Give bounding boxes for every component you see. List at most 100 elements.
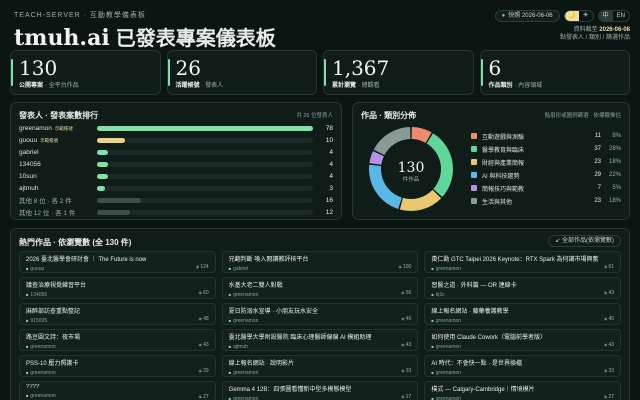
donut-center-label: 件作品 <box>403 175 420 183</box>
work-card[interactable]: 麻醉部訪查重點整記 91503548 <box>19 303 216 325</box>
lang-zh-button[interactable]: 中 <box>598 11 613 21</box>
donut-slice[interactable] <box>373 127 411 156</box>
category-name: 財經與產業簡報 <box>482 160 525 167</box>
stat-card[interactable]: 1,367 累計瀏覽 · 總觀看 <box>323 50 474 95</box>
popular-works-panel: 熱門作品 · 依瀏覽數 (全 130 件) ↙ 全部作品(依瀏覽數) 2026 … <box>10 228 630 400</box>
work-author: greenamon <box>431 396 614 400</box>
work-card[interactable]: 水基大老二雙人對戰 greenamon56 <box>221 277 419 299</box>
categories-note: 點扇形或圖例篩選 · 依標籤推估 <box>544 113 621 119</box>
work-card[interactable]: 樸式 — Calgary-Cambridge｜情境模片 greenamon27 <box>424 381 621 400</box>
category-name: AI 與科技趨勢 <box>482 173 520 180</box>
category-percent: 5% <box>612 185 621 191</box>
work-author: greenamon <box>229 318 412 324</box>
author-name-text: greenamon <box>19 124 52 132</box>
author-row[interactable]: 134056 4 <box>19 159 333 169</box>
author-name: 其他 12 位 · 各 1 件 <box>19 207 97 217</box>
category-count: 29 <box>594 172 601 178</box>
stat-label-sub: · 全平台作品 <box>45 83 79 89</box>
work-card[interactable]: 線上報名網站 · 說明影片 greenamon33 <box>221 355 419 377</box>
author-row[interactable]: 其他 8 位 · 各 2 件 16 <box>19 195 333 206</box>
author-bar-track <box>97 161 313 167</box>
author-row[interactable]: 10sun 4 <box>19 171 333 181</box>
work-title: 線上報名網站 · 藤藥養護教學 <box>431 309 509 315</box>
category-legend-item[interactable]: 醫學教育與臨床 37 28% <box>471 144 621 154</box>
theme-toggle[interactable]: 🌙 ☀ <box>563 10 594 22</box>
sun-icon[interactable]: ☀ <box>579 11 593 21</box>
work-author: greenamon <box>431 344 614 350</box>
author-bar <box>97 137 125 143</box>
category-name: 簡報技巧與範教 <box>482 186 525 193</box>
work-views: 56 <box>401 290 412 296</box>
work-title: 臺北醫學大學附設醫院 臨床心理醫師偏偏 AI 模組助理 <box>228 335 372 341</box>
author-bar <box>97 209 131 215</box>
moon-icon[interactable]: 🌙 <box>564 11 579 21</box>
author-row[interactable]: greenamon 示範帳號 78 <box>19 123 333 133</box>
work-card[interactable]: 黃仁勳 GTC Taipei 2026 Keynote：RTX Spark 為何… <box>424 251 621 273</box>
stat-label-sub: · 發表人 <box>201 83 224 89</box>
author-name-text: guouu <box>19 136 38 144</box>
work-card[interactable]: 習醫之道 · 外科篇 — OR 連線卡 kj3c43 <box>424 277 621 299</box>
work-views: 45 <box>604 316 614 322</box>
category-legend-item[interactable]: 財經與產業簡報 23 18% <box>471 157 621 167</box>
category-donut[interactable]: 130件作品 <box>361 121 461 217</box>
author-row[interactable]: gabriel 4 <box>19 147 333 157</box>
work-card[interactable]: ???? greenamon27 <box>19 381 216 400</box>
author-row[interactable]: guouu 示範帳號 10 <box>19 135 333 145</box>
work-title: 路豆圓文詩：夜市場 <box>26 335 81 341</box>
language-toggle[interactable]: 中 EN <box>597 10 630 22</box>
category-legend-item[interactable]: AI 與科技趨勢 29 22% <box>471 170 621 180</box>
legend-swatch <box>471 185 477 191</box>
work-card[interactable]: 2026 臺北醫學會研討會 ｜ The Future is now guouu12… <box>19 251 216 273</box>
works-grid: 2026 臺北醫學會研討會 ｜ The Future is now guouu12… <box>19 251 621 400</box>
donut-center-number: 130 <box>398 160 425 176</box>
work-card[interactable]: AI 時代：不會快一點 · 是世界換檔 greenamon33 <box>424 355 621 377</box>
authors-note: 共 26 位發表人 <box>296 113 333 119</box>
work-views: 124 <box>196 264 208 270</box>
work-card[interactable]: 兄翻判斷 喚入閱讀教評核平台 gabriel100 <box>221 251 419 273</box>
stat-number: 6 <box>488 56 502 80</box>
author-row[interactable]: 其他 12 位 · 各 1 件 12 <box>19 207 333 218</box>
category-legend-item[interactable]: 互動遊戲與測驗 11 8% <box>471 131 621 141</box>
work-card[interactable]: PSS-10 壓力照護卡 greenamon39 <box>19 355 216 377</box>
category-legend-item[interactable]: 生活與其他 23 18% <box>471 196 621 206</box>
author-name-text: 134056 <box>19 160 41 168</box>
brand-logo[interactable]: tmuh.ai <box>14 25 110 51</box>
author-count: 4 <box>329 148 333 156</box>
work-title: ???? <box>26 384 40 390</box>
work-author: greenamon <box>431 266 614 272</box>
work-title: 夏日防溺水宣導 · 小朋友玩水安全 <box>228 309 318 315</box>
work-card[interactable]: 線上報名網站 · 藤藥養護教學 greenamon45 <box>424 303 621 325</box>
category-legend-item[interactable]: 簡報技巧與範教 7 5% <box>471 183 621 193</box>
stat-label: 活躍帳號 · 發表人 <box>176 80 309 89</box>
work-card[interactable]: 如何使用 Claude Cowork（電腦前學者版） greenamon43 <box>424 329 621 351</box>
author-row[interactable]: ajtmuh 3 <box>19 183 333 193</box>
stat-card[interactable]: 26 活躍帳號 · 發表人 <box>166 50 317 95</box>
view-all-button[interactable]: ↙ 全部作品(依瀏覽數) <box>548 235 621 247</box>
work-views: 27 <box>198 394 209 400</box>
author-bar-track <box>97 185 313 191</box>
works-title: 熱門作品 · 依瀏覽數 (全 130 件) <box>19 238 132 247</box>
legend-swatch <box>471 146 477 152</box>
snapshot-badge: 快照 2026-06-06 <box>494 10 560 22</box>
work-author: greenamon <box>229 370 412 376</box>
stat-label: 公開專案 · 全平台作品 <box>19 80 152 89</box>
stat-card[interactable]: 130 公開專案 · 全平台作品 <box>10 50 161 95</box>
work-author: 915035 <box>26 318 209 324</box>
work-card[interactable]: Gemma 4 12B：四張圖看懂新中型多模態模型 greenamon27 <box>221 381 419 400</box>
stat-card[interactable]: 6 作品類別 · 內容領域 <box>479 50 630 95</box>
donut-slice[interactable] <box>399 189 442 211</box>
work-title: 麻醉部訪查重點整記 <box>26 309 81 315</box>
lang-en-button[interactable]: EN <box>613 11 629 21</box>
donut-slice[interactable] <box>426 133 453 197</box>
work-card[interactable]: 夏日防溺水宣導 · 小朋友玩水安全 greenamon46 <box>221 303 419 325</box>
authors-panel: 發表人 · 發表案數排行 共 26 位發表人 greenamon 示範帳號 78 gu… <box>10 102 342 220</box>
work-card[interactable]: 臺北醫學大學附設醫院 臨床心理醫師偏偏 AI 模組助理 ajtmuh43 <box>221 329 419 351</box>
work-views: 27 <box>401 394 412 400</box>
author-count: 12 <box>325 208 333 216</box>
stat-label-main: 公開專案 <box>19 83 44 89</box>
work-views: 100 <box>398 264 411 270</box>
work-card[interactable]: 路豆圓文詩：夜市場 greenamon43 <box>19 329 216 351</box>
work-card[interactable]: 議查治療視覺練習平台 13405660 <box>19 277 216 299</box>
work-views: 60 <box>198 290 209 296</box>
work-title: PSS-10 壓力照護卡 <box>26 361 79 367</box>
